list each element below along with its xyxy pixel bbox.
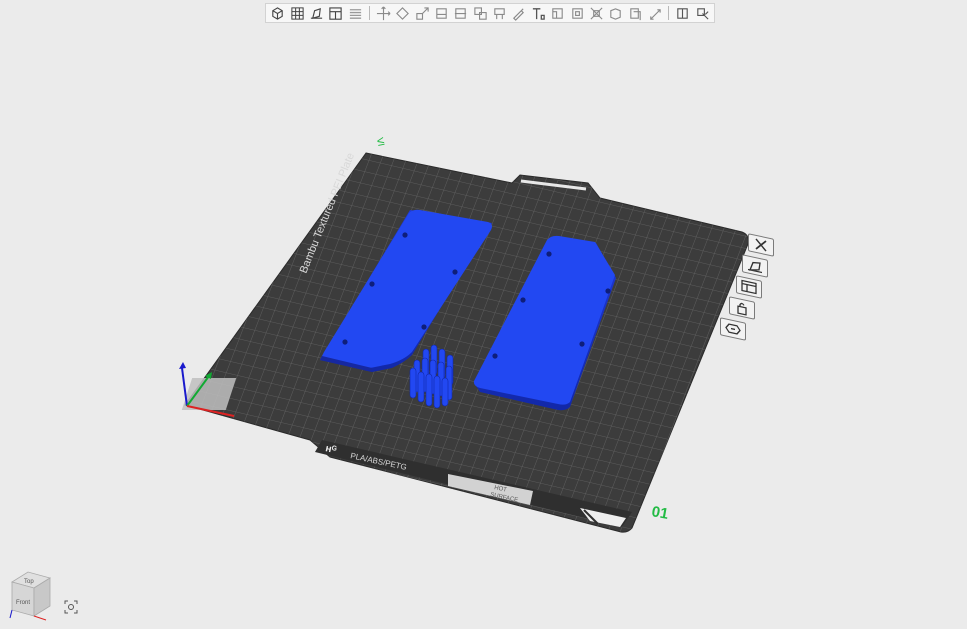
rotate-icon[interactable] <box>394 4 411 22</box>
navigation-cube[interactable]: Top Front <box>6 568 58 624</box>
mesh-repair-icon[interactable] <box>588 4 605 22</box>
3d-viewport[interactable]: Bambu Textured PEI Plate ʜᴳ PLA/ABS/PETG… <box>0 0 967 625</box>
support-paint-icon[interactable] <box>491 4 508 22</box>
variable-layer-icon[interactable] <box>607 4 624 22</box>
corner-mark: ≤ <box>376 133 386 149</box>
close-icon <box>755 238 767 252</box>
grid-arrange-icon[interactable] <box>288 4 305 22</box>
plate-number: 01 <box>650 503 669 523</box>
move-icon[interactable] <box>375 4 392 22</box>
toolbar-separator <box>368 6 370 20</box>
measure-icon[interactable] <box>549 4 566 22</box>
zoom-fit-button[interactable] <box>64 600 78 614</box>
brim-ears-icon[interactable] <box>674 4 691 22</box>
lay-on-face-icon[interactable] <box>433 4 450 22</box>
seam-paint-icon[interactable] <box>510 4 527 22</box>
text-shape-icon[interactable] <box>530 4 547 22</box>
arrange-icon <box>741 279 757 295</box>
add-box-icon[interactable] <box>269 4 286 22</box>
auto-orient-icon <box>748 261 762 274</box>
plate-settings-icon <box>725 323 741 335</box>
cube-front-label: Front <box>16 600 30 606</box>
layers-icon[interactable] <box>346 4 363 22</box>
color-paint-icon[interactable] <box>626 4 643 22</box>
main-toolbar <box>265 3 715 23</box>
bed-logo: ʜᴳ <box>324 443 337 456</box>
lock-icon <box>737 302 747 316</box>
build-plate <box>184 152 749 533</box>
scale-icon[interactable] <box>413 4 430 22</box>
split-objects-icon[interactable] <box>472 4 489 22</box>
toolbar-separator <box>668 6 670 20</box>
cube-top-label: Top <box>24 579 34 585</box>
cut-icon[interactable] <box>452 4 469 22</box>
view-settings-icon[interactable] <box>693 4 710 22</box>
zoom-fit-icon <box>64 600 78 614</box>
layout-icon[interactable] <box>327 4 344 22</box>
boolean-icon[interactable] <box>568 4 585 22</box>
assemble-icon[interactable] <box>646 4 663 22</box>
orient-icon[interactable] <box>308 4 325 22</box>
